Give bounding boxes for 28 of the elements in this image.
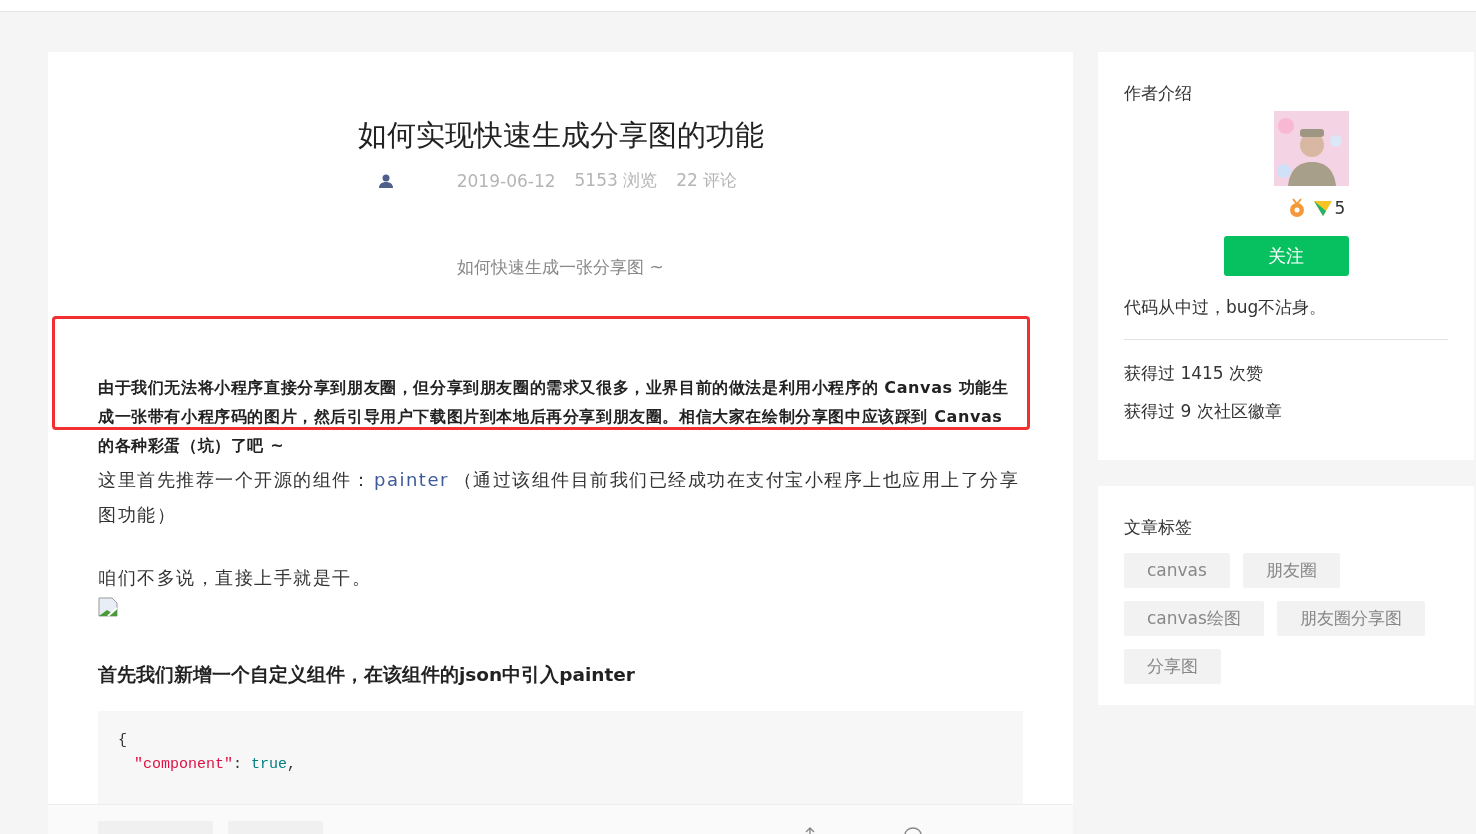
painter-link[interactable]: painter [371, 469, 454, 490]
author-stat: 获得过 9 次社区徽章 [1124, 400, 1283, 423]
code-line: { [118, 731, 128, 751]
comment-count: 22 评论 [676, 169, 738, 192]
author-bio: 代码从中过，bug不沾身。 [1124, 296, 1448, 340]
author-stat: 获得过 1415 次赞 [1124, 362, 1265, 385]
card-title: 作者介绍 [1124, 82, 1193, 105]
post-date: 2019-06-12 [456, 170, 556, 191]
tag-chip[interactable]: 朋友圈分享图 [1276, 601, 1425, 636]
highlighted-paragraph: 由于我们无法将小程序直接分享到朋友圈，但分享到朋友圈的需求又很多，业界目前的做法是利用小程序的 Canvas 功能生成一张带有小程序码的图片，然后引导用户下载图片到本地后再分享到朋友圈。相信大家在绘制分享图中应该踩到 Canvas 的各种彩蛋（坑）了吧 ~ [98, 377, 1010, 457]
code-line: "component": true, [133, 755, 298, 775]
card-title: 文章标签 [1124, 516, 1193, 539]
broken-image-icon [98, 597, 118, 617]
section-heading: 首先我们新增一个自定义组件，在该组件的json中引入painter [98, 663, 636, 687]
article-summary: 如何快速生成一张分享图 ~ [456, 256, 665, 279]
tag-chip[interactable]: 朋友圈 [1242, 553, 1340, 588]
level-number: 5 [1334, 198, 1346, 218]
comment-icon[interactable] [903, 827, 923, 834]
follow-button[interactable]: 关注 [1223, 236, 1349, 276]
view-count: 5153 浏览 [574, 169, 658, 192]
tag-chip[interactable]: canvas绘图 [1124, 601, 1264, 636]
tag-chip[interactable]: canvas [1124, 553, 1230, 588]
article-title: 如何实现快速生成分享图的功能 [356, 117, 765, 154]
user-icon [377, 172, 394, 189]
paragraph: 咱们不多说，直接上手就是干。 [98, 566, 372, 590]
tag-chip[interactable]: 分享图 [1124, 649, 1221, 684]
level-icon [1312, 198, 1333, 218]
paragraph: 这里首先推荐一个开源的组件： painter （通过该组件目前我们已经成功在支付宝小程序上也应用上了分享图功能） [98, 468, 1021, 527]
